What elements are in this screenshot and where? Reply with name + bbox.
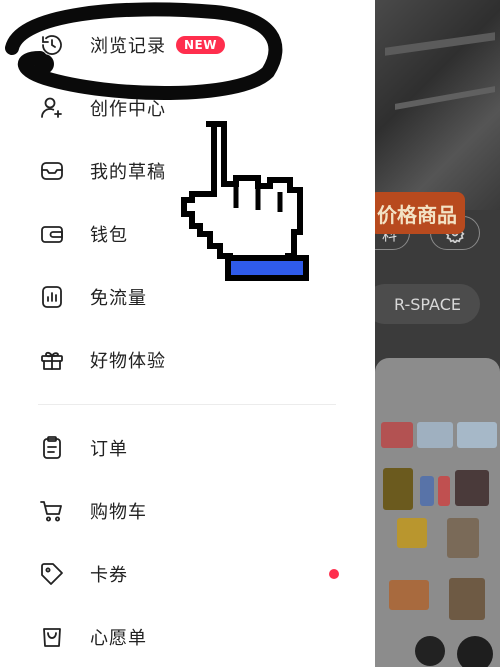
menu-item-label: 购物车 <box>90 502 147 523</box>
menu-item-cart[interactable]: 购物车 <box>0 480 375 542</box>
drafts-box-icon <box>38 157 66 185</box>
new-badge: NEW <box>176 36 225 54</box>
menu-item-good-experience[interactable]: 好物体验 <box>0 329 375 391</box>
menu-item-label: 我的草稿 <box>90 162 166 183</box>
order-clipboard-icon <box>38 434 66 462</box>
history-clock-icon <box>38 31 66 59</box>
menu-item-label: 好物体验 <box>90 351 166 372</box>
promo-label: 价格商品 <box>377 202 457 227</box>
menu-item-orders[interactable]: 订单 <box>0 417 375 479</box>
wishlist-bag-icon <box>38 623 66 651</box>
menu-item-label: 订单 <box>90 439 128 460</box>
store-panel <box>375 358 500 667</box>
menu-item-wishlist[interactable]: 心愿单 <box>0 606 375 667</box>
r-space-button[interactable]: R-SPACE <box>375 284 480 324</box>
menu-item-history[interactable]: 浏览记录 NEW <box>0 14 375 76</box>
coupon-tag-icon <box>38 560 66 588</box>
notification-dot <box>329 569 339 579</box>
menu-item-label: 创作中心 <box>90 99 166 120</box>
user-star-icon <box>38 94 66 122</box>
menu-item-label: 心愿单 <box>90 628 147 649</box>
wallet-icon <box>38 220 66 248</box>
menu-item-label: 浏览记录 <box>90 36 166 57</box>
r-space-label: R-SPACE <box>394 294 461 314</box>
cart-icon <box>38 497 66 525</box>
menu-item-coupons[interactable]: 卡券 <box>0 543 375 605</box>
side-drawer: 浏览记录 NEW 创作中心 我的草稿 钱包 免流量 好物体验 订单 购物车 卡券… <box>0 0 375 667</box>
pointing-hand-icon <box>181 121 309 281</box>
data-free-icon <box>38 283 66 311</box>
gift-icon <box>38 346 66 374</box>
promo-banner[interactable]: 价格商品 <box>375 192 465 234</box>
menu-divider <box>38 404 336 405</box>
background-page: 料 R-SPACE 价格商品 <box>375 0 500 667</box>
menu-item-label: 卡券 <box>90 565 128 586</box>
menu-item-label: 免流量 <box>90 288 147 309</box>
menu-item-label: 钱包 <box>90 225 128 246</box>
background-photo <box>375 0 500 210</box>
